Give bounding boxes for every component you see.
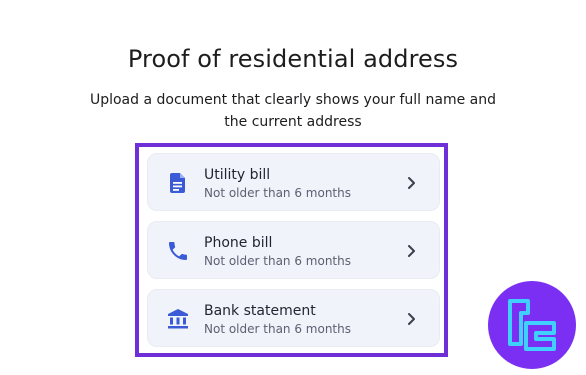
option-sublabel: Not older than 6 months — [204, 322, 351, 336]
chevron-right-icon — [405, 243, 419, 259]
option-sublabel: Not older than 6 months — [204, 254, 351, 268]
option-label: Phone bill — [204, 235, 273, 251]
document-options-panel: Utility bill Not older than 6 months Pho… — [135, 143, 448, 357]
chevron-right-icon — [405, 175, 419, 191]
chevron-right-icon — [405, 311, 419, 327]
utility-bill-option[interactable]: Utility bill Not older than 6 months — [147, 153, 440, 211]
document-icon — [166, 171, 190, 195]
option-label: Bank statement — [204, 303, 316, 319]
page-title: Proof of residential address — [127, 45, 459, 73]
phone-icon — [166, 239, 190, 263]
option-sublabel: Not older than 6 months — [204, 186, 351, 200]
brand-logo — [488, 281, 576, 369]
bank-statement-option[interactable]: Bank statement Not older than 6 months — [147, 289, 440, 347]
phone-bill-option[interactable]: Phone bill Not older than 6 months — [147, 221, 440, 279]
bank-icon — [166, 307, 190, 331]
option-label: Utility bill — [204, 167, 271, 183]
page-subtitle: Upload a document that clearly shows you… — [89, 92, 497, 130]
